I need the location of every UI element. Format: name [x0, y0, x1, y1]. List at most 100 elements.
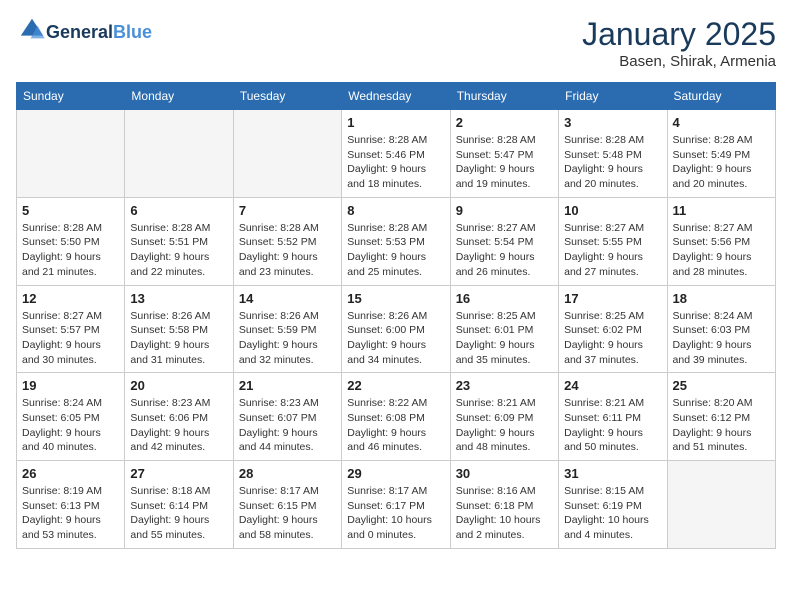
- weekday-header-wednesday: Wednesday: [342, 83, 450, 110]
- weekday-header-row: SundayMondayTuesdayWednesdayThursdayFrid…: [17, 83, 776, 110]
- title-block: January 2025 Basen, Shirak, Armenia: [582, 16, 776, 70]
- day-number: 29: [347, 466, 444, 481]
- day-info: Sunrise: 8:28 AM Sunset: 5:48 PM Dayligh…: [564, 133, 661, 192]
- calendar-cell: 2Sunrise: 8:28 AM Sunset: 5:47 PM Daylig…: [450, 110, 558, 198]
- weekday-header-thursday: Thursday: [450, 83, 558, 110]
- day-number: 17: [564, 291, 661, 306]
- day-number: 11: [673, 203, 770, 218]
- calendar-cell: 15 Sunrise: 8:26 AM Sunset: 6:00 PM Dayli…: [342, 285, 450, 373]
- weekday-header-tuesday: Tuesday: [233, 83, 341, 110]
- calendar-cell: 22 Sunrise: 8:22 AM Sunset: 6:08 PM Dayli…: [342, 373, 450, 461]
- day-info: Sunrise: 8:28 AM Sunset: 5:46 PM Dayligh…: [347, 133, 444, 192]
- calendar-cell: 13 Sunrise: 8:26 AM Sunset: 5:58 PM Dayli…: [125, 285, 233, 373]
- day-number: 23: [456, 378, 553, 393]
- day-number: 31: [564, 466, 661, 481]
- day-info: Sunrise: 8:28 AM Sunset: 5:49 PM Dayligh…: [673, 133, 770, 192]
- day-info: Sunrise: 8:17 AM Sunset: 6:17 PM Dayligh…: [347, 484, 444, 543]
- calendar-week-row: 5 Sunrise: 8:28 AM Sunset: 5:50 PM Daylig…: [17, 197, 776, 285]
- day-number: 14: [239, 291, 336, 306]
- calendar-cell: [17, 110, 125, 198]
- day-number: 22: [347, 378, 444, 393]
- calendar-week-row: 19Sunrise: 8:24 AM Sunset: 6:05 PM Dayli…: [17, 373, 776, 461]
- calendar-cell: 9Sunrise: 8:27 AM Sunset: 5:54 PM Daylig…: [450, 197, 558, 285]
- calendar-cell: 28 Sunrise: 8:17 AM Sunset: 6:15 PM Dayli…: [233, 461, 341, 549]
- day-number: 15: [347, 291, 444, 306]
- page-header: GeneralBlue January 2025 Basen, Shirak, …: [16, 16, 776, 70]
- calendar-cell: 18 Sunrise: 8:24 AM Sunset: 6:03 PM Dayli…: [667, 285, 775, 373]
- day-number: 5: [22, 203, 119, 218]
- calendar-cell: [125, 110, 233, 198]
- weekday-header-sunday: Sunday: [17, 83, 125, 110]
- day-number: 21: [239, 378, 336, 393]
- calendar-table: SundayMondayTuesdayWednesdayThursdayFrid…: [16, 82, 776, 549]
- day-info: Sunrise: 8:25 AM Sunset: 6:02 PM Dayligh…: [564, 309, 661, 368]
- day-info: Sunrise: 8:26 AM Sunset: 5:58 PM Dayligh…: [130, 309, 227, 368]
- calendar-cell: 8 Sunrise: 8:28 AM Sunset: 5:53 PM Daylig…: [342, 197, 450, 285]
- day-info: Sunrise: 8:21 AM Sunset: 6:09 PM Dayligh…: [456, 396, 553, 455]
- calendar-cell: 4Sunrise: 8:28 AM Sunset: 5:49 PM Daylig…: [667, 110, 775, 198]
- logo-text-general: General: [46, 22, 113, 42]
- weekday-header-monday: Monday: [125, 83, 233, 110]
- day-number: 10: [564, 203, 661, 218]
- calendar-cell: 26Sunrise: 8:19 AM Sunset: 6:13 PM Dayli…: [17, 461, 125, 549]
- calendar-cell: 20Sunrise: 8:23 AM Sunset: 6:06 PM Dayli…: [125, 373, 233, 461]
- day-number: 3: [564, 115, 661, 130]
- day-number: 24: [564, 378, 661, 393]
- day-number: 18: [673, 291, 770, 306]
- calendar-cell: 25 Sunrise: 8:20 AM Sunset: 6:12 PM Dayli…: [667, 373, 775, 461]
- day-info: Sunrise: 8:22 AM Sunset: 6:08 PM Dayligh…: [347, 396, 444, 455]
- calendar-cell: 11 Sunrise: 8:27 AM Sunset: 5:56 PM Dayli…: [667, 197, 775, 285]
- calendar-cell: 23 Sunrise: 8:21 AM Sunset: 6:09 PM Dayli…: [450, 373, 558, 461]
- day-info: Sunrise: 8:27 AM Sunset: 5:55 PM Dayligh…: [564, 221, 661, 280]
- day-info: Sunrise: 8:15 AM Sunset: 6:19 PM Dayligh…: [564, 484, 661, 543]
- day-info: Sunrise: 8:27 AM Sunset: 5:57 PM Dayligh…: [22, 309, 119, 368]
- day-info: Sunrise: 8:18 AM Sunset: 6:14 PM Dayligh…: [130, 484, 227, 543]
- day-number: 28: [239, 466, 336, 481]
- day-info: Sunrise: 8:25 AM Sunset: 6:01 PM Dayligh…: [456, 309, 553, 368]
- day-info: Sunrise: 8:28 AM Sunset: 5:52 PM Dayligh…: [239, 221, 336, 280]
- day-info: Sunrise: 8:20 AM Sunset: 6:12 PM Dayligh…: [673, 396, 770, 455]
- day-info: Sunrise: 8:23 AM Sunset: 6:07 PM Dayligh…: [239, 396, 336, 455]
- weekday-header-saturday: Saturday: [667, 83, 775, 110]
- day-info: Sunrise: 8:26 AM Sunset: 6:00 PM Dayligh…: [347, 309, 444, 368]
- day-number: 27: [130, 466, 227, 481]
- calendar-cell: 5 Sunrise: 8:28 AM Sunset: 5:50 PM Daylig…: [17, 197, 125, 285]
- day-number: 16: [456, 291, 553, 306]
- day-info: Sunrise: 8:28 AM Sunset: 5:50 PM Dayligh…: [22, 221, 119, 280]
- calendar-cell: 29 Sunrise: 8:17 AM Sunset: 6:17 PM Dayli…: [342, 461, 450, 549]
- calendar-week-row: 26Sunrise: 8:19 AM Sunset: 6:13 PM Dayli…: [17, 461, 776, 549]
- calendar-cell: 17 Sunrise: 8:25 AM Sunset: 6:02 PM Dayli…: [559, 285, 667, 373]
- day-info: Sunrise: 8:17 AM Sunset: 6:15 PM Dayligh…: [239, 484, 336, 543]
- day-info: Sunrise: 8:27 AM Sunset: 5:56 PM Dayligh…: [673, 221, 770, 280]
- calendar-cell: 19Sunrise: 8:24 AM Sunset: 6:05 PM Dayli…: [17, 373, 125, 461]
- calendar-week-row: 12Sunrise: 8:27 AM Sunset: 5:57 PM Dayli…: [17, 285, 776, 373]
- day-number: 30: [456, 466, 553, 481]
- calendar-cell: 10 Sunrise: 8:27 AM Sunset: 5:55 PM Dayli…: [559, 197, 667, 285]
- day-number: 9: [456, 203, 553, 218]
- day-number: 7: [239, 203, 336, 218]
- calendar-cell: 1 Sunrise: 8:28 AM Sunset: 5:46 PM Daylig…: [342, 110, 450, 198]
- calendar-cell: 6Sunrise: 8:28 AM Sunset: 5:51 PM Daylig…: [125, 197, 233, 285]
- calendar-cell: 24Sunrise: 8:21 AM Sunset: 6:11 PM Dayli…: [559, 373, 667, 461]
- calendar-cell: 14Sunrise: 8:26 AM Sunset: 5:59 PM Dayli…: [233, 285, 341, 373]
- day-info: Sunrise: 8:23 AM Sunset: 6:06 PM Dayligh…: [130, 396, 227, 455]
- day-info: Sunrise: 8:19 AM Sunset: 6:13 PM Dayligh…: [22, 484, 119, 543]
- day-info: Sunrise: 8:16 AM Sunset: 6:18 PM Dayligh…: [456, 484, 553, 543]
- day-info: Sunrise: 8:28 AM Sunset: 5:51 PM Dayligh…: [130, 221, 227, 280]
- calendar-cell: [667, 461, 775, 549]
- day-info: Sunrise: 8:24 AM Sunset: 6:03 PM Dayligh…: [673, 309, 770, 368]
- day-number: 2: [456, 115, 553, 130]
- day-number: 13: [130, 291, 227, 306]
- logo: GeneralBlue: [16, 16, 152, 49]
- calendar-cell: 16 Sunrise: 8:25 AM Sunset: 6:01 PM Dayli…: [450, 285, 558, 373]
- day-number: 19: [22, 378, 119, 393]
- day-number: 8: [347, 203, 444, 218]
- calendar-cell: [233, 110, 341, 198]
- day-number: 25: [673, 378, 770, 393]
- weekday-header-friday: Friday: [559, 83, 667, 110]
- calendar-cell: 12Sunrise: 8:27 AM Sunset: 5:57 PM Dayli…: [17, 285, 125, 373]
- month-title: January 2025: [582, 16, 776, 53]
- day-number: 1: [347, 115, 444, 130]
- calendar-cell: 3 Sunrise: 8:28 AM Sunset: 5:48 PM Daylig…: [559, 110, 667, 198]
- day-info: Sunrise: 8:28 AM Sunset: 5:53 PM Dayligh…: [347, 221, 444, 280]
